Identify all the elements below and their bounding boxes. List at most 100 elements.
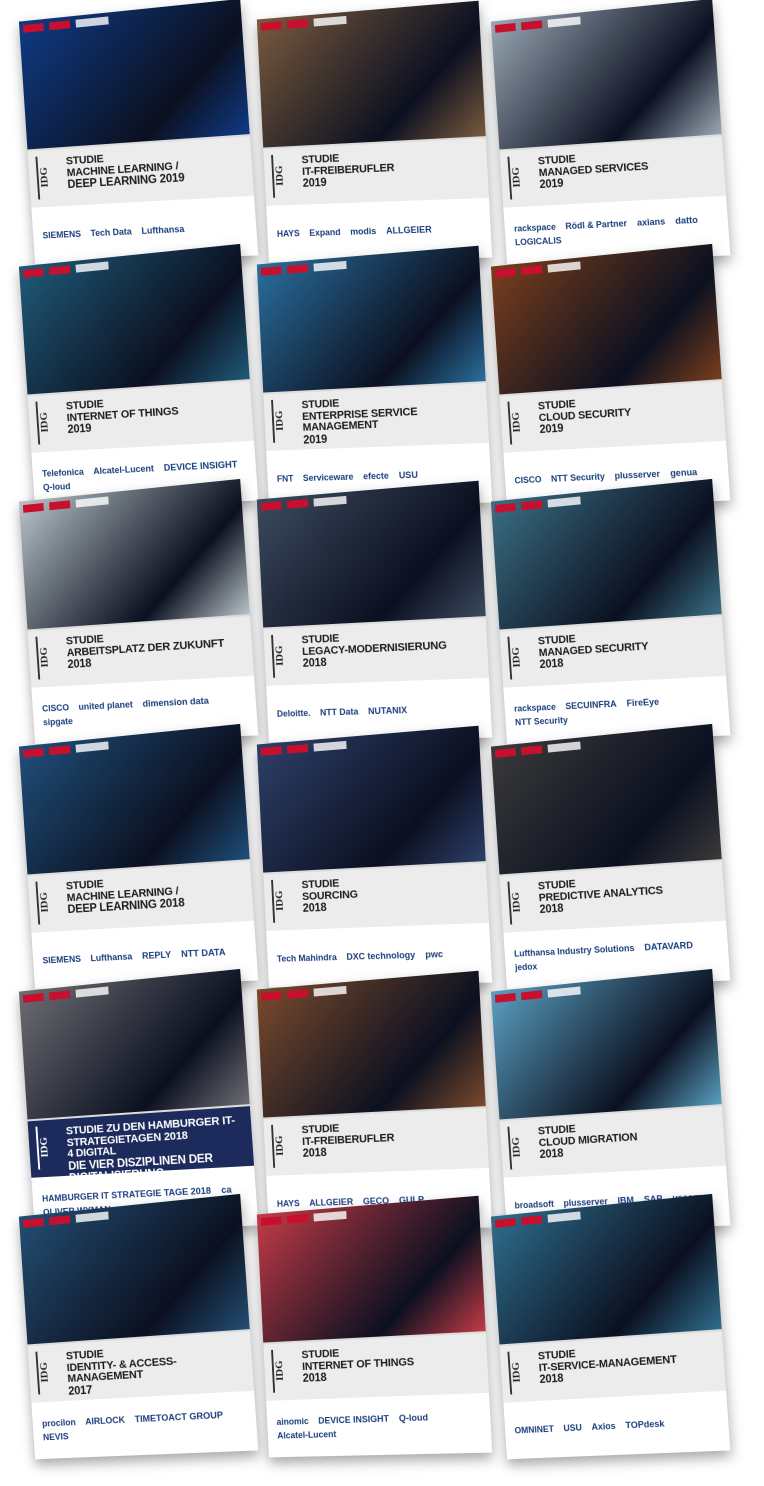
- study-cover[interactable]: IDG STUDIE MANAGED SECURITY 2018 rackspa…: [490, 478, 731, 745]
- partner-logo: Q-loud: [398, 1412, 429, 1424]
- study-cover[interactable]: IDG STUDIE IT-SERVICE-MANAGEMENT 2018 OM…: [490, 1193, 731, 1460]
- partner-logo: Alcatel-Lucent: [92, 463, 155, 477]
- study-cover[interactable]: IDG STUDIE IT-FREIBERUFLER 2019 HAYS Expa…: [256, 0, 493, 263]
- idg-logo: IDG: [271, 1348, 294, 1393]
- partner-logo: DEVICE INSIGHT: [163, 459, 238, 473]
- idg-logo: IDG: [271, 398, 294, 443]
- idg-logo: IDG: [507, 155, 531, 200]
- cover-title: STUDIE IT-FREIBERUFLER 2018: [301, 1117, 482, 1160]
- partner-logo: rackspace: [513, 221, 557, 234]
- idg-logo: IDG: [35, 635, 59, 680]
- study-cover[interactable]: IDG STUDIE MANAGED SERVICES 2019 rackspa…: [490, 0, 731, 265]
- study-cover[interactable]: IDG STUDIE IT-FREIBERUFLER 2018 HAYS ALLG…: [256, 970, 493, 1233]
- study-cover[interactable]: IDG STUDIE CLOUD SECURITY 2019 CISCO NTT …: [490, 243, 731, 510]
- partner-logo: HAYS: [276, 1198, 300, 1209]
- partner-logo: TOPdesk: [625, 1418, 665, 1431]
- partner-logo: pwc: [424, 948, 444, 960]
- cover-title: STUDIE IDENTITY- & ACCESS-MANAGEMENT 201…: [66, 1340, 248, 1398]
- partner-logo: sipgate: [42, 716, 74, 728]
- cover-title: STUDIE SOURCING 2018: [301, 872, 482, 915]
- cover-title: STUDIE LEGACY-MODERNISIERUNG 2018: [301, 627, 482, 670]
- study-cover[interactable]: IDG STUDIE SOURCING 2018 Tech Mahindra DX…: [256, 725, 493, 988]
- partner-logo: Tech Mahindra: [276, 952, 338, 964]
- partner-logos: procilon AIRLOCK TIMETOACT GROUP NEVIS: [31, 1390, 259, 1460]
- partner-logo: AIRLOCK: [84, 1414, 126, 1427]
- partner-logo: TIMETOACT GROUP: [134, 1409, 224, 1425]
- idg-logo: IDG: [271, 1123, 294, 1168]
- partner-logo: SECUINFRA: [565, 698, 617, 712]
- cover-title: STUDIE IT-FREIBERUFLER 2019: [301, 147, 482, 190]
- partner-logo: rackspace: [513, 701, 557, 714]
- study-cover[interactable]: IDG STUDIE ZU DEN HAMBURGER IT-STRATEGIE…: [18, 968, 259, 1235]
- idg-logo: IDG: [35, 1350, 59, 1395]
- partner-logo: Expand: [308, 227, 341, 238]
- study-cover[interactable]: IDG STUDIE ARBEITSPLATZ DER ZUKUNFT 2018…: [18, 478, 259, 745]
- study-cover[interactable]: IDG STUDIE MACHINE LEARNING / DEEP LEARN…: [18, 723, 259, 990]
- idg-logo: IDG: [271, 153, 294, 198]
- study-cover[interactable]: IDG STUDIE PREDICTIVE ANALYTICS 2018 Luf…: [490, 723, 731, 990]
- partner-logo: DEVICE INSIGHT: [318, 1413, 390, 1426]
- partner-logo: USU: [563, 1422, 583, 1434]
- partner-logo: dimension data: [142, 695, 210, 709]
- partner-logo: ainomic: [276, 1416, 309, 1427]
- partner-logo: USU: [398, 469, 419, 481]
- partner-logos: OMNINET USU Axios TOPdesk: [503, 1390, 731, 1460]
- partner-logo: jedox: [514, 961, 538, 973]
- idg-logo: IDG: [35, 400, 59, 445]
- partner-logo: modis: [349, 225, 377, 237]
- idg-logo: IDG: [507, 880, 531, 925]
- partner-logo: ca: [220, 1184, 232, 1196]
- idg-logo: IDG: [507, 635, 531, 680]
- partner-logo: CISCO: [514, 474, 542, 486]
- partner-logo: NEVIS: [42, 1431, 69, 1443]
- partner-logo: datto: [674, 214, 699, 226]
- partner-logo: Deloitte.: [276, 707, 311, 719]
- partner-logo: HAYS: [276, 228, 300, 239]
- study-cover[interactable]: IDG STUDIE IDENTITY- & ACCESS-MANAGEMENT…: [18, 1193, 259, 1460]
- partner-logo: FNT: [276, 473, 294, 484]
- study-cover[interactable]: IDG STUDIE MACHINE LEARNING / DEEP LEARN…: [18, 0, 259, 265]
- partner-logo: Lufthansa Industry Solutions: [513, 942, 635, 959]
- partner-logo: NUTANIX: [367, 705, 408, 717]
- study-cover[interactable]: IDG STUDIE INTERNET OF THINGS 2019 Telef…: [18, 243, 259, 510]
- idg-logo: IDG: [507, 1350, 531, 1395]
- partner-logo: Alcatel-Lucent: [277, 1429, 337, 1441]
- partner-logo: NTT Security: [514, 715, 569, 728]
- partner-logo: united planet: [78, 699, 134, 712]
- idg-logo: IDG: [507, 1125, 531, 1170]
- partner-logo: Rödl & Partner: [565, 218, 628, 232]
- study-cover[interactable]: IDG STUDIE INTERNET OF THINGS 2018 ainom…: [256, 1195, 493, 1458]
- partner-logo: Axios: [591, 1420, 616, 1432]
- partner-logo: Tech Data: [90, 226, 132, 239]
- partner-logo: NTT Security: [550, 471, 606, 484]
- partner-logo: CISCO: [41, 702, 70, 714]
- partner-logo: FireEye: [626, 696, 660, 709]
- partner-logo: Lufthansa: [90, 951, 133, 964]
- partner-logo: Lufthansa: [141, 223, 185, 236]
- partner-logo: SIEMENS: [42, 953, 82, 966]
- partner-logo: NTT Data: [319, 706, 359, 718]
- partner-logo: plusserver: [614, 468, 661, 481]
- cover-title: STUDIE INTERNET OF THINGS 2018: [301, 1342, 482, 1385]
- partner-logo: DXC technology: [346, 949, 416, 962]
- partner-logo: REPLY: [141, 949, 172, 961]
- idg-logo: IDG: [35, 1125, 59, 1170]
- idg-logo: IDG: [271, 633, 294, 678]
- partner-logo: Serviceware: [302, 471, 354, 484]
- cover-title: STUDIE ENTERPRISE SERVICE MANAGEMENT 201…: [301, 392, 482, 447]
- partner-logo: efecte: [362, 470, 390, 482]
- study-cover[interactable]: IDG STUDIE CLOUD MIGRATION 2018 broadsof…: [490, 968, 731, 1235]
- partner-logo: DATAVARD: [644, 939, 694, 953]
- partner-logo: OMNINET: [514, 1423, 555, 1436]
- study-cover[interactable]: IDG STUDIE LEGACY-MODERNISIERUNG 2018 De…: [256, 480, 493, 743]
- idg-logo: IDG: [271, 878, 294, 923]
- partner-logo: axians: [636, 216, 666, 228]
- partner-logo: Telefonica: [41, 466, 85, 479]
- idg-logo: IDG: [507, 400, 531, 445]
- partner-logo: ALLGEIER: [385, 224, 432, 236]
- study-cover[interactable]: IDG STUDIE ENTERPRISE SERVICE MANAGEMENT…: [256, 245, 493, 508]
- partner-logo: broadsoft: [514, 1198, 555, 1211]
- partner-logo: Q-loud: [42, 481, 71, 493]
- idg-logo: IDG: [35, 155, 59, 200]
- partner-logos: ainomic DEVICE INSIGHT Q-loud Alcatel-Lucen…: [266, 1392, 493, 1458]
